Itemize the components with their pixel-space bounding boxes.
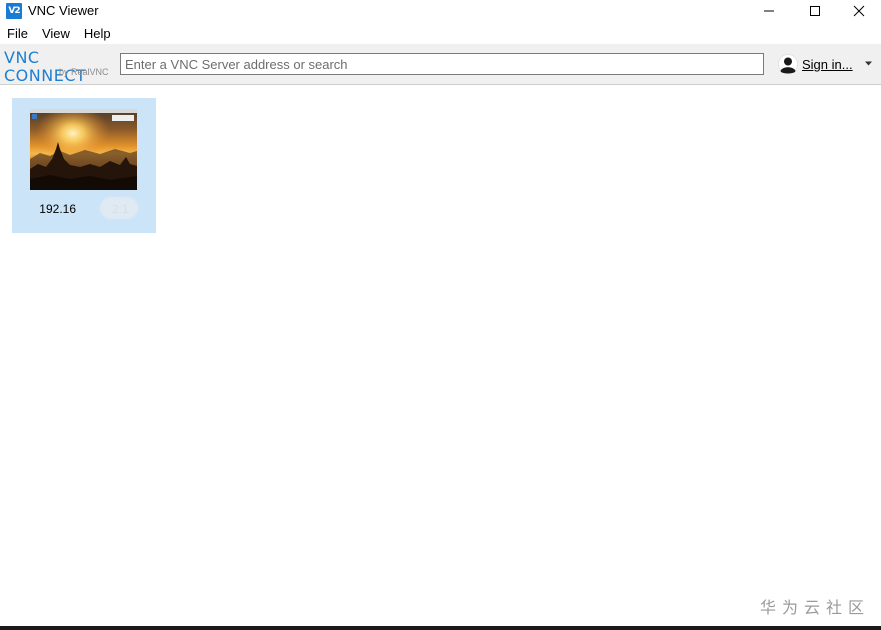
desktop-preview-image xyxy=(30,109,137,190)
connection-thumbnail xyxy=(30,109,137,190)
maximize-button[interactable] xyxy=(792,0,838,22)
close-icon xyxy=(853,5,865,17)
watermark-text: 华为云社区 xyxy=(760,598,871,617)
chevron-down-icon[interactable] xyxy=(864,59,873,68)
sign-in-button[interactable]: Sign in... xyxy=(778,53,876,75)
window-title: VNC Viewer xyxy=(28,3,99,18)
minimize-icon xyxy=(764,10,774,12)
minimize-button[interactable] xyxy=(746,0,792,22)
search-input[interactable] xyxy=(120,53,764,75)
title-bar: V2 VNC Viewer xyxy=(0,0,881,22)
taskbar-edge xyxy=(0,626,881,630)
menu-help[interactable]: Help xyxy=(77,24,118,44)
menu-view[interactable]: View xyxy=(35,24,77,44)
maximize-icon xyxy=(810,6,820,16)
logo-sub-text: by RealVNC xyxy=(59,67,109,77)
vnc-viewer-app-icon: V2 xyxy=(6,3,22,19)
close-button[interactable] xyxy=(836,0,881,22)
sign-in-label: Sign in... xyxy=(802,56,853,72)
address-book-area: 192.16 2:1 xyxy=(0,85,881,625)
menu-bar: File View Help xyxy=(0,24,881,44)
user-avatar-icon xyxy=(778,54,798,74)
menu-file[interactable]: File xyxy=(0,24,35,44)
vnc-connect-logo: VNC CONNECT by RealVNC xyxy=(4,49,112,85)
redaction-blur xyxy=(100,197,138,219)
connection-tile[interactable]: 192.16 2:1 xyxy=(12,98,156,233)
toolbar: VNC CONNECT by RealVNC Sign in... xyxy=(0,44,881,85)
